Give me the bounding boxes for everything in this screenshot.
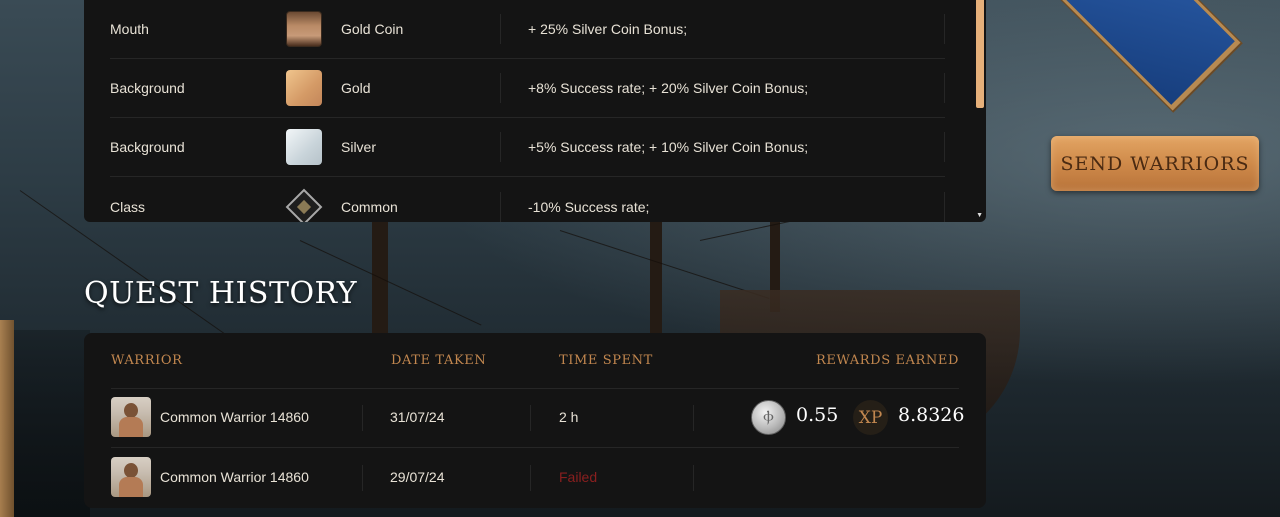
date-taken: 29/07/24: [390, 469, 445, 485]
team-badge: [1040, 0, 1270, 111]
time-spent: 2 h: [559, 409, 579, 425]
quest-status-failed: Failed: [559, 469, 598, 485]
trait-row: Background Silver +5% Success rate; + 10…: [110, 118, 945, 177]
warrior-name: Common Warrior 14860: [160, 409, 309, 425]
col-date-taken: DATE TAKEN: [391, 353, 487, 368]
trait-row: Mouth Gold Coin + 25% Silver Coin Bonus;: [110, 0, 945, 59]
class-diamond-icon: [285, 188, 323, 222]
trait-row: Background Gold +8% Success rate; + 20% …: [110, 59, 945, 118]
col-warrior: WARRIOR: [111, 353, 183, 368]
date-taken: 31/07/24: [390, 409, 445, 425]
trait-name: Gold Coin: [341, 14, 501, 44]
trait-type: Background: [110, 80, 185, 96]
col-time-spent: TIME SPENT: [559, 353, 653, 368]
gold-swatch: [286, 70, 322, 106]
traits-scrollbar[interactable]: ▼: [976, 0, 984, 222]
portrait-swatch: [286, 11, 322, 47]
trait-row: Class Common -10% Success rate;: [110, 177, 945, 222]
trait-name: Common: [341, 191, 501, 222]
silver-coin-icon: [751, 400, 786, 435]
trait-effect: + 25% Silver Coin Bonus;: [501, 14, 945, 44]
trait-name: Gold: [341, 73, 501, 103]
silver-swatch: [286, 129, 322, 165]
coin-reward: 0.55: [796, 404, 839, 426]
trait-name: Silver: [341, 132, 501, 162]
table-row[interactable]: Common Warrior 14860 29/07/24 Failed: [111, 449, 959, 508]
scroll-down-arrow-icon[interactable]: ▼: [976, 212, 983, 219]
table-row[interactable]: Common Warrior 14860 31/07/24 2 h 0.55 X…: [111, 389, 964, 448]
quest-history-panel: WARRIOR DATE TAKEN TIME SPENT REWARDS EA…: [84, 333, 986, 508]
traits-panel: Mouth Gold Coin + 25% Silver Coin Bonus;…: [84, 0, 986, 222]
trait-effect: +5% Success rate; + 10% Silver Coin Bonu…: [501, 132, 945, 162]
xp-reward: 8.8326: [898, 404, 965, 426]
trait-type: Mouth: [110, 21, 149, 37]
trait-type: Background: [110, 139, 185, 155]
quest-history-title: QUEST HISTORY: [84, 276, 358, 311]
quest-history-header: WARRIOR DATE TAKEN TIME SPENT REWARDS EA…: [111, 349, 959, 389]
send-warriors-button[interactable]: SEND WARRIORS: [1051, 136, 1259, 191]
col-rewards-earned: REWARDS EARNED: [816, 353, 959, 368]
trait-type: Class: [110, 198, 146, 215]
scroll-thumb[interactable]: [976, 0, 984, 108]
trait-effect: +8% Success rate; + 20% Silver Coin Bonu…: [501, 73, 945, 103]
xp-icon: XP: [853, 400, 888, 435]
warrior-avatar: [111, 397, 151, 437]
warrior-name: Common Warrior 14860: [160, 469, 309, 485]
trait-effect: -10% Success rate;: [501, 191, 945, 222]
side-parchment: [0, 320, 14, 517]
warrior-avatar: [111, 457, 151, 497]
